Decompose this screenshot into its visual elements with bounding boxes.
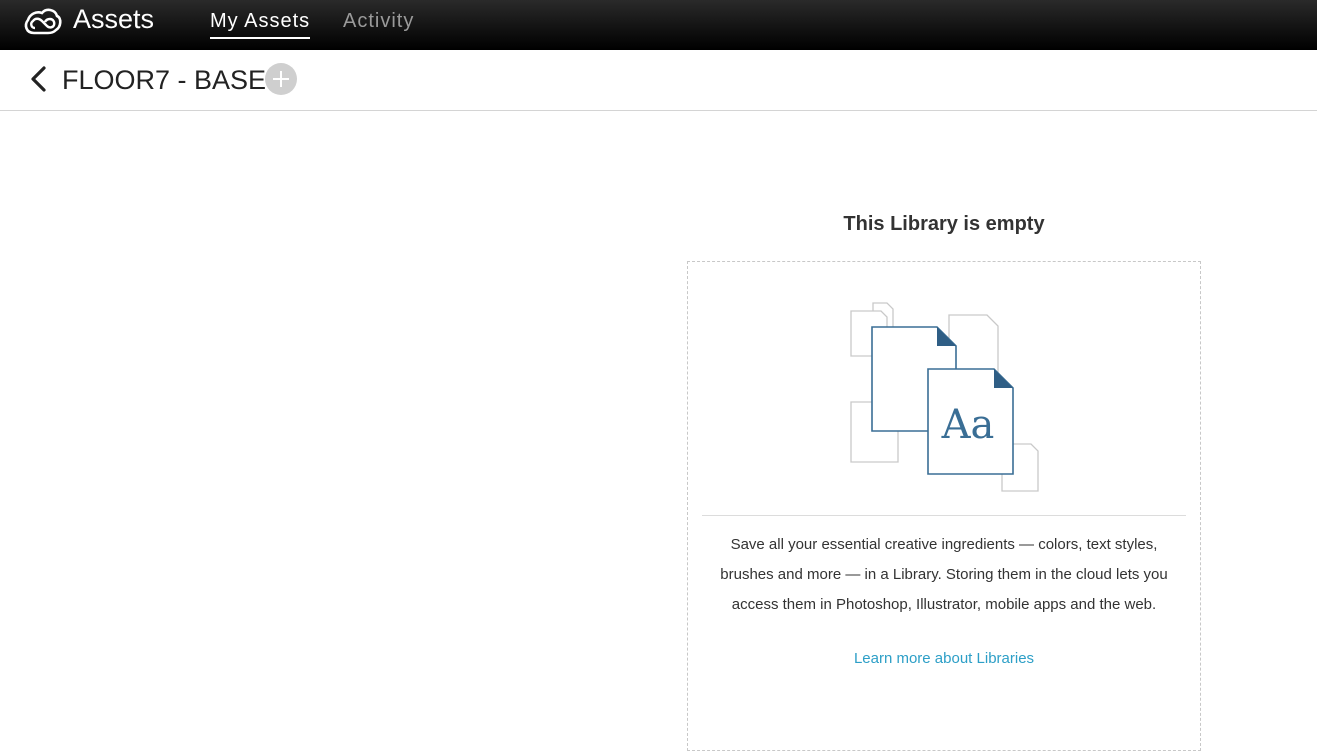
illustration-label: Aa — [941, 402, 995, 448]
library-header: FLOOR7 - BASE — [0, 50, 1317, 111]
library-documents-icon: Aa — [850, 302, 1039, 492]
tab-activity[interactable]: Activity — [343, 10, 414, 33]
empty-library-dropzone[interactable]: Aa Save all your essential creative ingr… — [687, 261, 1201, 751]
creative-cloud-icon[interactable] — [22, 5, 62, 37]
empty-description: Save all your essential creative ingredi… — [720, 536, 1168, 613]
divider — [702, 515, 1186, 516]
app-title: Assets — [73, 4, 155, 34]
learn-more-link[interactable]: Learn more about Libraries — [688, 650, 1200, 667]
chevron-left-icon[interactable] — [28, 64, 52, 94]
library-title: FLOOR7 - BASE — [62, 65, 267, 95]
empty-heading: This Library is empty — [843, 213, 1045, 235]
plus-icon[interactable] — [265, 63, 297, 95]
tab-my-assets[interactable]: My Assets — [210, 10, 311, 39]
top-bar: Assets My Assets Activity — [0, 0, 1317, 50]
